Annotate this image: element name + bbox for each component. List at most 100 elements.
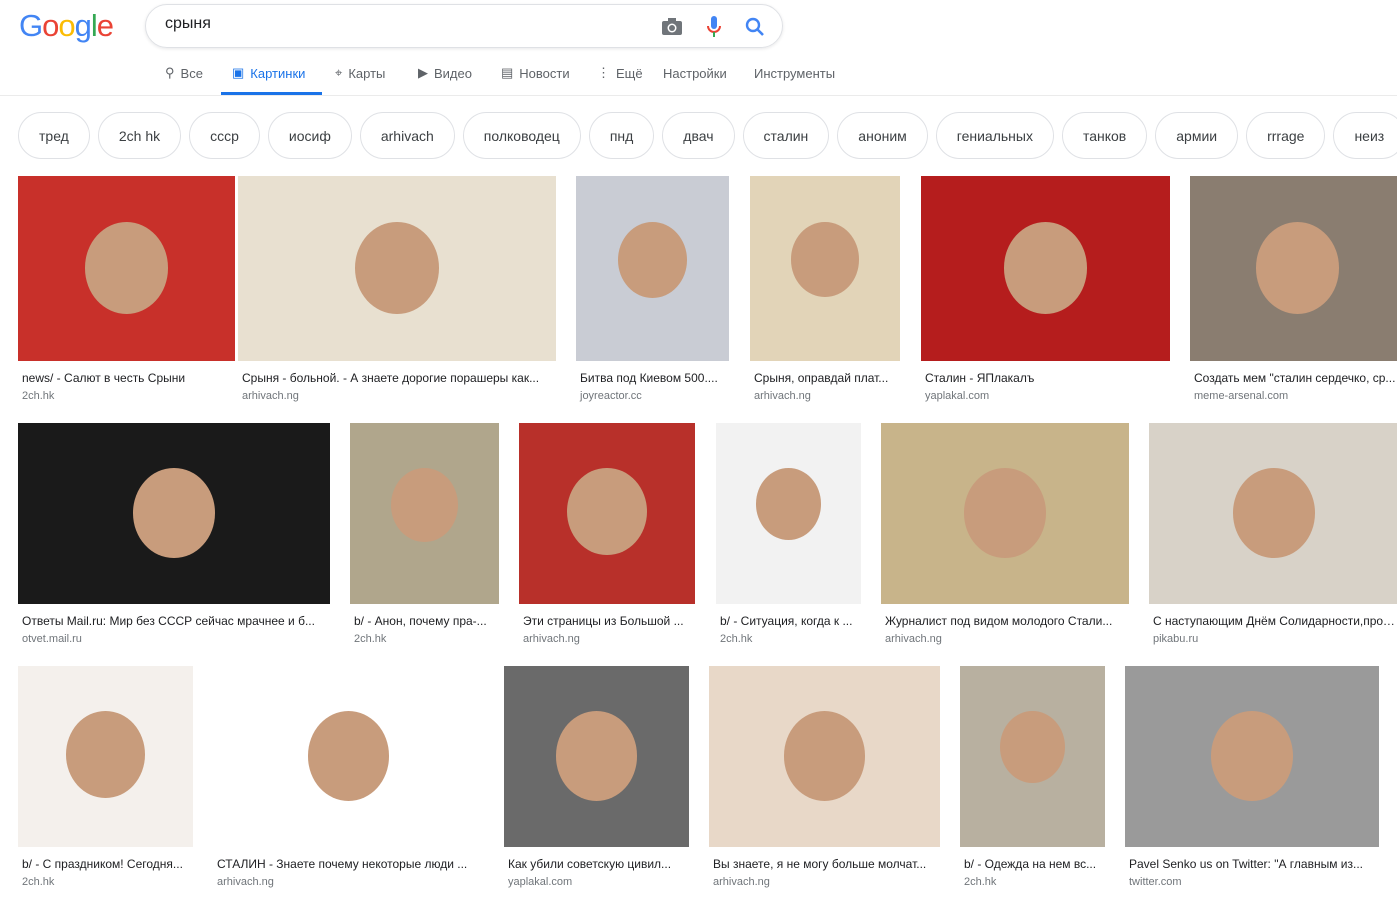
image-result[interactable]: Сталин - ЯПлакалъ yaplakal.com <box>921 176 1170 402</box>
result-caption[interactable]: Pavel Senko us on Twitter: "А главным из… <box>1129 857 1375 871</box>
camera-icon[interactable] <box>660 15 684 39</box>
result-thumbnail[interactable] <box>350 423 499 604</box>
related-chip[interactable]: двач <box>662 112 735 159</box>
result-caption[interactable]: Срыня, оправдай плат... <box>754 371 896 385</box>
result-caption[interactable]: Эти страницы из Большой ... <box>523 614 691 628</box>
result-caption[interactable]: Как убили советскую цивил... <box>508 857 685 871</box>
image-result[interactable]: Срыня - больной. - А знаете дорогие пора… <box>238 176 556 402</box>
tab-video[interactable]: ▶ Видео <box>418 62 472 84</box>
result-thumbnail[interactable] <box>1190 176 1397 361</box>
result-thumbnail[interactable] <box>213 666 484 847</box>
result-thumbnail[interactable] <box>1149 423 1397 604</box>
result-source: arhivach.ng <box>713 876 770 888</box>
image-result[interactable]: Эти страницы из Большой ... arhivach.ng <box>519 423 695 645</box>
image-result[interactable]: b/ - С праздником! Сегодня... 2ch.hk <box>18 666 193 888</box>
tab-label: Новости <box>519 65 570 81</box>
result-caption[interactable]: С наступающим Днём Солидарности,прол... <box>1153 614 1395 628</box>
result-thumbnail[interactable] <box>18 176 235 361</box>
result-thumbnail[interactable] <box>18 666 193 847</box>
result-caption[interactable]: Вы знаете, я не могу больше молчат... <box>713 857 936 871</box>
tab-all[interactable]: ⚲ Все <box>165 62 203 84</box>
result-thumbnail[interactable] <box>576 176 729 361</box>
tab-news[interactable]: ▤ Новости <box>501 62 570 84</box>
related-chip[interactable]: аноним <box>837 112 928 159</box>
result-thumbnail[interactable] <box>960 666 1105 847</box>
image-result[interactable]: Вы знаете, я не могу больше молчат... arh… <box>709 666 940 888</box>
result-thumbnail[interactable] <box>921 176 1170 361</box>
result-caption[interactable]: Создать мем "сталин сердечко, ср... <box>1194 371 1397 385</box>
result-thumbnail[interactable] <box>1125 666 1379 847</box>
image-result[interactable]: news/ - Салют в честь Срыни 2ch.hk <box>18 176 235 402</box>
related-chip[interactable]: arhivach <box>359 112 455 159</box>
result-thumbnail[interactable] <box>519 423 695 604</box>
result-caption[interactable]: СТАЛИН - Знаете почему некоторые люди ..… <box>217 857 480 871</box>
image-result[interactable]: b/ - Анон, почему пра-... 2ch.hk <box>350 423 499 645</box>
related-chip[interactable]: пнд <box>588 112 655 159</box>
result-caption[interactable]: Ответы Mail.ru: Мир без СССР сейчас мрач… <box>22 614 326 628</box>
portrait-shape <box>1255 222 1340 314</box>
related-chip[interactable]: 2ch hk <box>97 112 182 159</box>
image-result[interactable]: Как убили советскую цивил... yaplakal.com <box>504 666 689 888</box>
tab-tools[interactable]: Инструменты <box>754 62 835 84</box>
image-result[interactable]: Ответы Mail.ru: Мир без СССР сейчас мрач… <box>18 423 330 645</box>
result-caption[interactable]: b/ - Ситуация, когда к ... <box>720 614 857 628</box>
search-input[interactable] <box>165 15 645 33</box>
tab-label: Видео <box>434 65 472 81</box>
tab-settings[interactable]: Настройки <box>663 62 727 84</box>
result-caption[interactable]: Сталин - ЯПлакалъ <box>925 371 1166 385</box>
tab-images[interactable]: ▣ Картинки <box>232 62 305 84</box>
image-result[interactable]: Pavel Senko us on Twitter: "А главным из… <box>1125 666 1379 888</box>
result-source: yaplakal.com <box>925 390 990 402</box>
result-caption[interactable]: Срыня - больной. - А знаете дорогие пора… <box>242 371 552 385</box>
news-icon: ▤ <box>501 65 514 80</box>
image-result[interactable]: СТАЛИН - Знаете почему некоторые люди ..… <box>213 666 484 888</box>
portrait-shape <box>555 711 638 801</box>
result-source: 2ch.hk <box>354 633 387 645</box>
related-chip[interactable]: rrrage <box>1246 112 1326 159</box>
related-chip[interactable]: сталин <box>742 112 830 159</box>
active-tab-indicator <box>221 92 322 95</box>
result-caption[interactable]: Битва под Киевом 500.... <box>580 371 725 385</box>
result-thumbnail[interactable] <box>709 666 940 847</box>
result-thumbnail[interactable] <box>750 176 900 361</box>
image-result[interactable]: Создать мем "сталин сердечко, ср... meme-… <box>1190 176 1397 402</box>
result-caption[interactable]: b/ - Одежда на нем вс... <box>964 857 1101 871</box>
result-source: 2ch.hk <box>720 633 753 645</box>
result-caption[interactable]: b/ - Анон, почему пра-... <box>354 614 495 628</box>
image-result[interactable]: b/ - Ситуация, когда к ... 2ch.hk <box>716 423 861 645</box>
portrait-shape <box>307 711 390 801</box>
image-icon: ▣ <box>232 65 245 80</box>
google-logo[interactable]: Google <box>19 8 114 44</box>
portrait-shape <box>618 222 687 298</box>
image-result[interactable]: С наступающим Днём Солидарности,прол... p… <box>1149 423 1397 645</box>
microphone-icon[interactable] <box>702 15 726 39</box>
related-chip[interactable]: тред <box>18 112 90 159</box>
result-thumbnail[interactable] <box>18 423 330 604</box>
result-thumbnail[interactable] <box>238 176 556 361</box>
result-source: meme-arsenal.com <box>1194 390 1289 402</box>
related-chip[interactable]: неиз <box>1333 112 1397 159</box>
related-chip[interactable]: гениальных <box>935 112 1054 159</box>
portrait-shape <box>390 468 459 542</box>
related-chip[interactable]: полководец <box>462 112 581 159</box>
related-chip[interactable]: иосиф <box>267 112 352 159</box>
image-result[interactable]: Журналист под видом молодого Стали... arh… <box>881 423 1129 645</box>
related-chip[interactable]: армии <box>1155 112 1239 159</box>
result-source: otvet.mail.ru <box>22 633 82 645</box>
tab-more[interactable]: ⋮ Ещё <box>597 62 643 84</box>
portrait-shape <box>783 711 866 801</box>
search-icon[interactable] <box>743 15 767 39</box>
result-thumbnail[interactable] <box>504 666 689 847</box>
related-chip[interactable]: танков <box>1061 112 1148 159</box>
result-thumbnail[interactable] <box>881 423 1129 604</box>
result-caption[interactable]: Журналист под видом молодого Стали... <box>885 614 1125 628</box>
result-thumbnail[interactable] <box>716 423 861 604</box>
image-result[interactable]: Срыня, оправдай плат... arhivach.ng <box>750 176 900 402</box>
result-caption[interactable]: b/ - С праздником! Сегодня... <box>22 857 189 871</box>
portrait-shape <box>66 711 145 798</box>
result-caption[interactable]: news/ - Салют в честь Срыни <box>22 371 231 385</box>
related-chip[interactable]: ссср <box>189 112 260 159</box>
image-result[interactable]: b/ - Одежда на нем вс... 2ch.hk <box>960 666 1105 888</box>
image-result[interactable]: Битва под Киевом 500.... joyreactor.cc <box>576 176 729 402</box>
tab-maps[interactable]: ⌖ Карты <box>335 62 385 84</box>
